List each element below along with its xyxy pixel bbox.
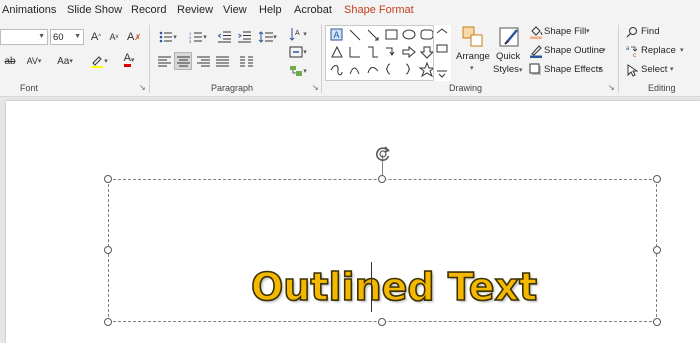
editing-group-label: Editing [648,83,676,93]
decrease-font-size-icon[interactable]: Av [106,29,122,45]
tab-animations[interactable]: Animations [2,4,56,16]
font-name-combobox[interactable]: ▼ [0,29,48,45]
svg-text:c: c [633,53,636,58]
replace-icon: ac [626,46,638,58]
outlined-text[interactable]: Outlined Text [250,264,538,310]
line-spacing-icon[interactable]: ▾ [256,29,280,45]
chevron-down-icon: ▼ [38,33,45,40]
svg-text:A: A [334,30,340,40]
resize-handle-bottom-left[interactable] [104,318,112,326]
justify-icon[interactable] [214,53,230,69]
tab-shape-format[interactable]: Shape Format [344,4,414,16]
quick-styles-label-line1: Quick [496,51,521,62]
ribbon-tab-bar: Animations Slide Show Record Review View… [0,0,700,21]
arrange-button[interactable]: Arrange ▾ [455,24,491,82]
text-direction-icon[interactable]: A ▾ [286,26,310,42]
chevron-down-icon: ▾ [598,66,602,73]
replace-label: Replace [641,45,676,56]
dialog-launcher-icon[interactable]: ↘ [312,83,319,92]
shape-fill-label: Shape Fill [544,26,587,37]
numbering-icon[interactable]: 1 2 3 ▾ [186,29,210,45]
svg-text:3: 3 [189,39,192,43]
paragraph-group-label: Paragraph [211,83,254,93]
tab-slide-show[interactable]: Slide Show [67,4,122,16]
quick-styles-icon [499,27,519,47]
resize-handle-top[interactable] [378,175,386,183]
resize-handle-top-right[interactable] [653,175,661,183]
find-label: Find [641,26,660,37]
chevron-down-icon: ▾ [519,67,523,74]
quick-styles-button[interactable]: Quick Styles ▾ [493,24,525,82]
pen-outline-icon [530,45,542,58]
tab-review[interactable]: Review [177,4,213,16]
chevron-down-icon: ▾ [680,47,684,54]
resize-handle-bottom[interactable] [378,318,386,326]
shape-fill-button[interactable]: Shape Fill ▾ [528,25,618,40]
shape-effects-button[interactable]: Shape Effects ▾ [528,63,618,78]
shape-effects-label: Shape Effects [544,64,603,75]
dialog-launcher-icon[interactable]: ↘ [139,83,146,92]
chevron-down-icon: ▾ [602,47,606,54]
select-label: Select [641,64,668,75]
resize-handle-left[interactable] [104,246,112,254]
group-divider [321,25,322,93]
align-text-icon[interactable]: ▾ [286,44,310,60]
replace-button[interactable]: ac Replace ▾ [625,44,695,59]
bullets-icon[interactable]: ▾ [156,29,180,45]
dialog-launcher-icon[interactable]: ↘ [608,83,615,92]
group-divider [618,25,619,93]
font-size-combobox[interactable]: 60 ▼ [50,29,84,45]
strikethrough-icon[interactable]: ab [2,54,18,68]
rotate-handle-icon[interactable] [374,145,392,163]
svg-text:A: A [295,30,300,37]
chevron-down-icon: ▾ [470,65,474,72]
chevron-down-icon: ▾ [670,66,674,73]
select-button[interactable]: Select ▾ [625,63,695,78]
decrease-indent-icon[interactable] [216,29,232,45]
paint-bucket-icon [530,26,543,39]
chevron-down-icon: ▾ [586,28,590,35]
shapes-gallery-scrollbar[interactable] [433,25,451,81]
tab-record[interactable]: Record [131,4,166,16]
align-left-icon[interactable] [156,53,172,69]
svg-text:a: a [626,46,630,52]
increase-font-size-icon[interactable]: A ^ [88,29,104,45]
tab-help[interactable]: Help [259,4,282,16]
columns-icon[interactable] [238,53,254,69]
quick-styles-label-line2: Styles [493,64,519,75]
tab-acrobat[interactable]: Acrobat [294,4,332,16]
shape-outline-button[interactable]: Shape Outline ▾ [528,44,618,59]
convert-to-smartart-icon[interactable]: ▾ [286,63,310,79]
character-spacing-icon[interactable]: AV ▾ [22,54,46,68]
align-right-icon[interactable] [195,53,211,69]
align-center-icon[interactable] [174,52,192,70]
text-cursor [371,262,372,312]
ribbon: ▼ 60 ▼ A ^ Av A ✗ ab AV ▾ Aa ▾ ▾ A ▾ Font ↘ ▾… [0,21,700,97]
highlight-color-icon[interactable]: ▾ [86,54,112,68]
tab-view[interactable]: View [223,4,247,16]
find-button[interactable]: Find [625,25,695,40]
chevron-down-icon: ▼ [74,33,81,40]
change-case-icon[interactable]: Aa ▾ [52,54,78,68]
resize-handle-right[interactable] [653,246,661,254]
drawing-group-label: Drawing [449,83,483,93]
font-color-icon[interactable]: A ▾ [116,52,142,68]
resize-handle-top-left[interactable] [104,175,112,183]
group-divider [149,25,150,93]
search-icon [626,27,637,38]
clear-formatting-icon[interactable]: A ✗ [126,29,142,45]
arrange-icon [462,26,483,47]
cursor-arrow-icon [627,64,638,77]
increase-indent-icon[interactable] [236,29,252,45]
shape-effects-icon [529,63,541,75]
shape-outline-label: Shape Outline [544,45,605,56]
resize-handle-bottom-right[interactable] [653,318,661,326]
arrange-label: Arrange [456,51,490,62]
font-group-label: Font [20,83,39,93]
font-size-value: 60 [53,32,64,43]
